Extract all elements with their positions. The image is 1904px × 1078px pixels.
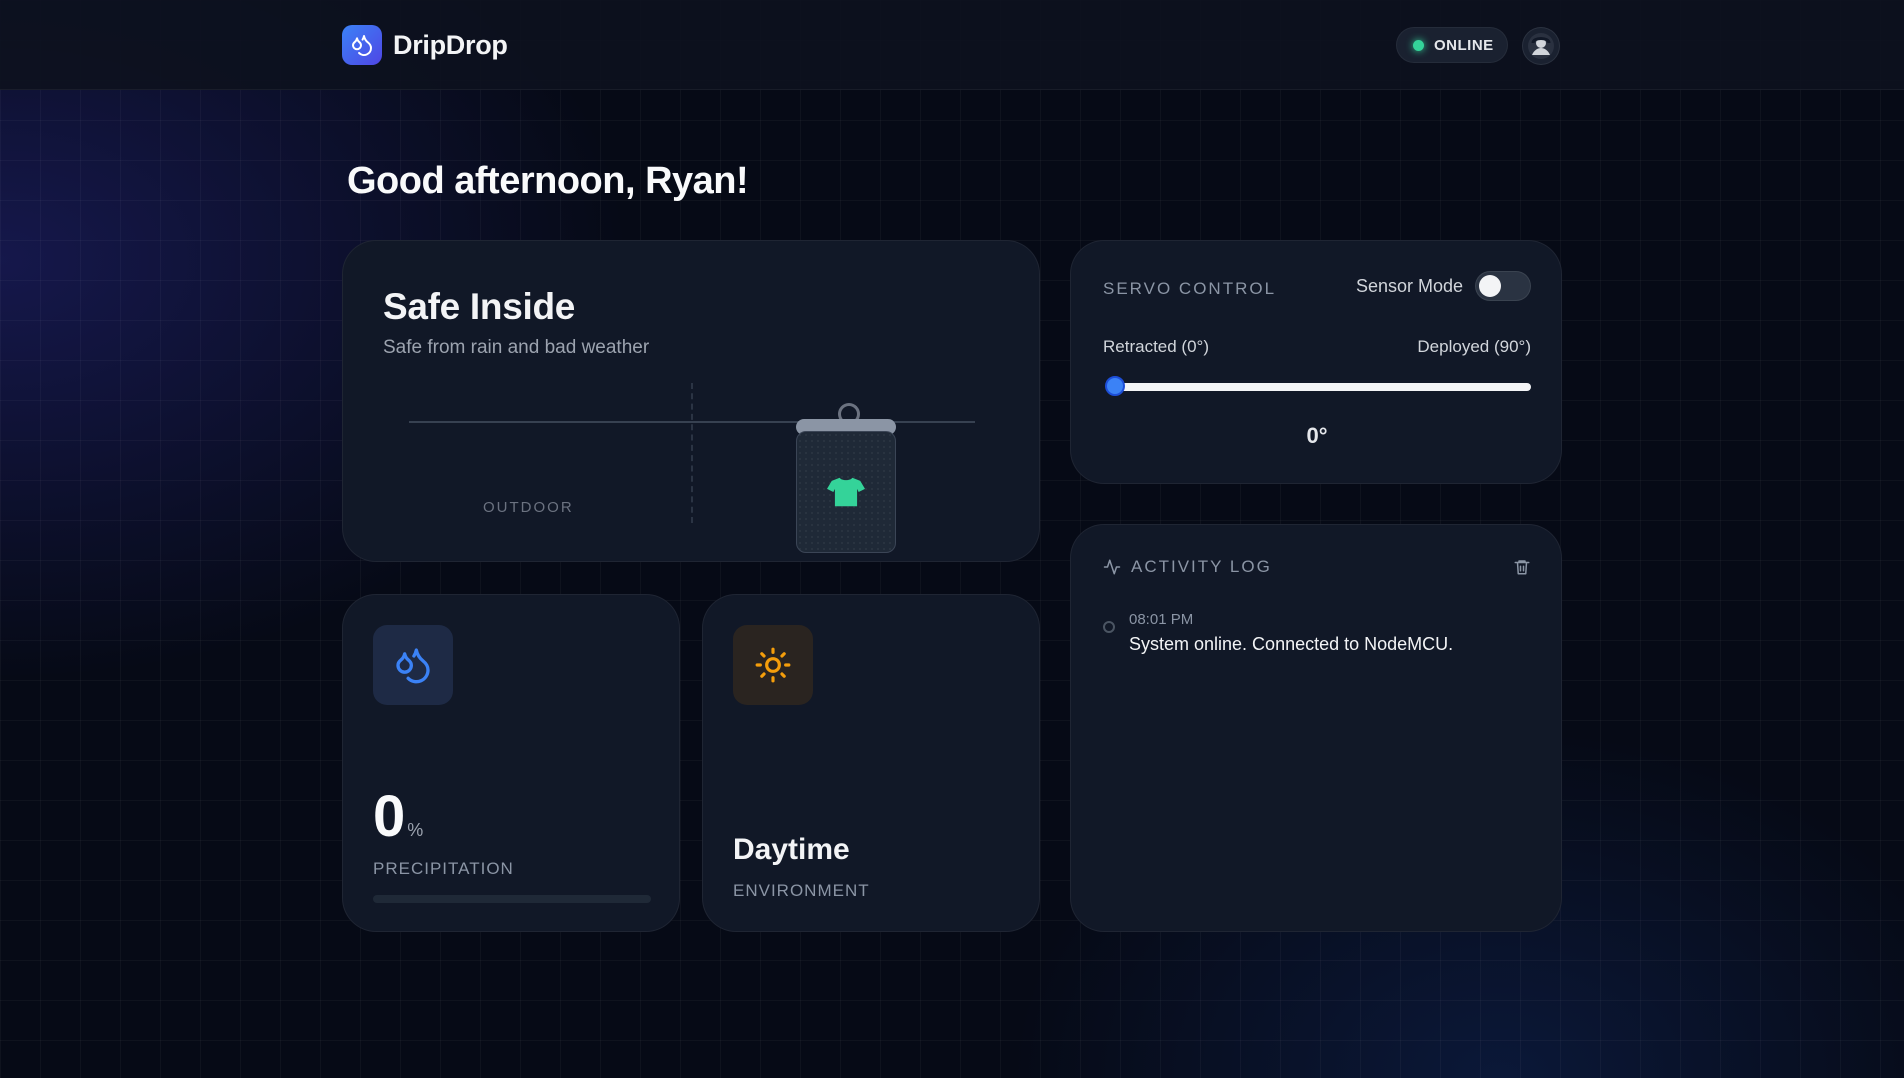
sun-icon <box>755 647 791 683</box>
environment-card: Daytime ENVIRONMENT <box>702 594 1040 932</box>
list-item: 08:01 PM System online. Connected to Nod… <box>1103 611 1453 655</box>
droplets-icon <box>396 648 430 684</box>
servo-angle-slider-track[interactable] <box>1111 383 1531 391</box>
status-dot <box>1413 39 1424 51</box>
precipitation-label: PRECIPITATION <box>373 859 514 878</box>
precipitation-icon-box <box>373 625 453 705</box>
shirt-icon <box>827 477 865 507</box>
outdoor-label: OUTDOOR <box>483 499 574 516</box>
precipitation-number: 0 <box>373 784 406 849</box>
user-avatar-icon <box>1528 33 1554 59</box>
precipitation-unit: % <box>407 820 424 840</box>
connection-status-badge: ONLINE <box>1396 27 1508 63</box>
status-text: ONLINE <box>1434 36 1494 54</box>
environment-icon-box <box>733 625 813 705</box>
log-bullet <box>1103 621 1115 633</box>
greeting-heading: Good afternoon, Ryan! <box>347 160 749 202</box>
sensor-mode-toggle[interactable] <box>1475 271 1531 301</box>
avatar[interactable] <box>1522 27 1560 65</box>
droplets-icon <box>342 25 382 65</box>
clear-log-button[interactable] <box>1513 557 1531 582</box>
log-message: System online. Connected to NodeMCU. <box>1129 634 1454 654</box>
precipitation-value: 0% <box>373 783 423 850</box>
servo-angle-slider-thumb[interactable] <box>1105 376 1125 396</box>
status-subtitle: Safe from rain and bad weather <box>383 337 650 358</box>
environment-value: Daytime <box>733 833 850 866</box>
activity-log-header: ACTIVITY LOG <box>1103 557 1272 577</box>
clothesline-status-card: Safe Inside Safe from rain and bad weath… <box>342 240 1040 562</box>
brand[interactable]: DripDrop <box>342 25 508 65</box>
log-time: 08:01 PM <box>1129 611 1194 628</box>
trash-icon <box>1514 560 1530 575</box>
servo-control-title: SERVO CONTROL <box>1103 279 1277 298</box>
retracted-label: Retracted (0°) <box>1103 337 1210 356</box>
toggle-knob <box>1479 275 1501 297</box>
activity-log-title: ACTIVITY LOG <box>1131 557 1272 576</box>
brand-name: DripDrop <box>393 29 508 60</box>
deployed-label: Deployed (90°) <box>1417 337 1531 356</box>
status-title: Safe Inside <box>383 286 576 327</box>
activity-log-card: ACTIVITY LOG 08:01 PM System online. Con… <box>1070 524 1562 932</box>
sensor-mode-label: Sensor Mode <box>1355 275 1463 296</box>
activity-icon <box>1103 559 1121 575</box>
precipitation-progress-bar <box>373 895 651 903</box>
servo-control-card: SERVO CONTROL Sensor Mode Retracted (0°)… <box>1070 240 1562 484</box>
garment-cover <box>796 431 896 553</box>
top-bar: DripDrop ONLINE <box>0 0 1904 90</box>
precipitation-card: 0% PRECIPITATION <box>342 594 680 932</box>
sensor-mode-control: Sensor Mode <box>1356 271 1531 301</box>
indoor-outdoor-divider <box>691 383 693 523</box>
environment-label: ENVIRONMENT <box>733 881 870 900</box>
servo-angle-value: 0° <box>1306 423 1328 448</box>
